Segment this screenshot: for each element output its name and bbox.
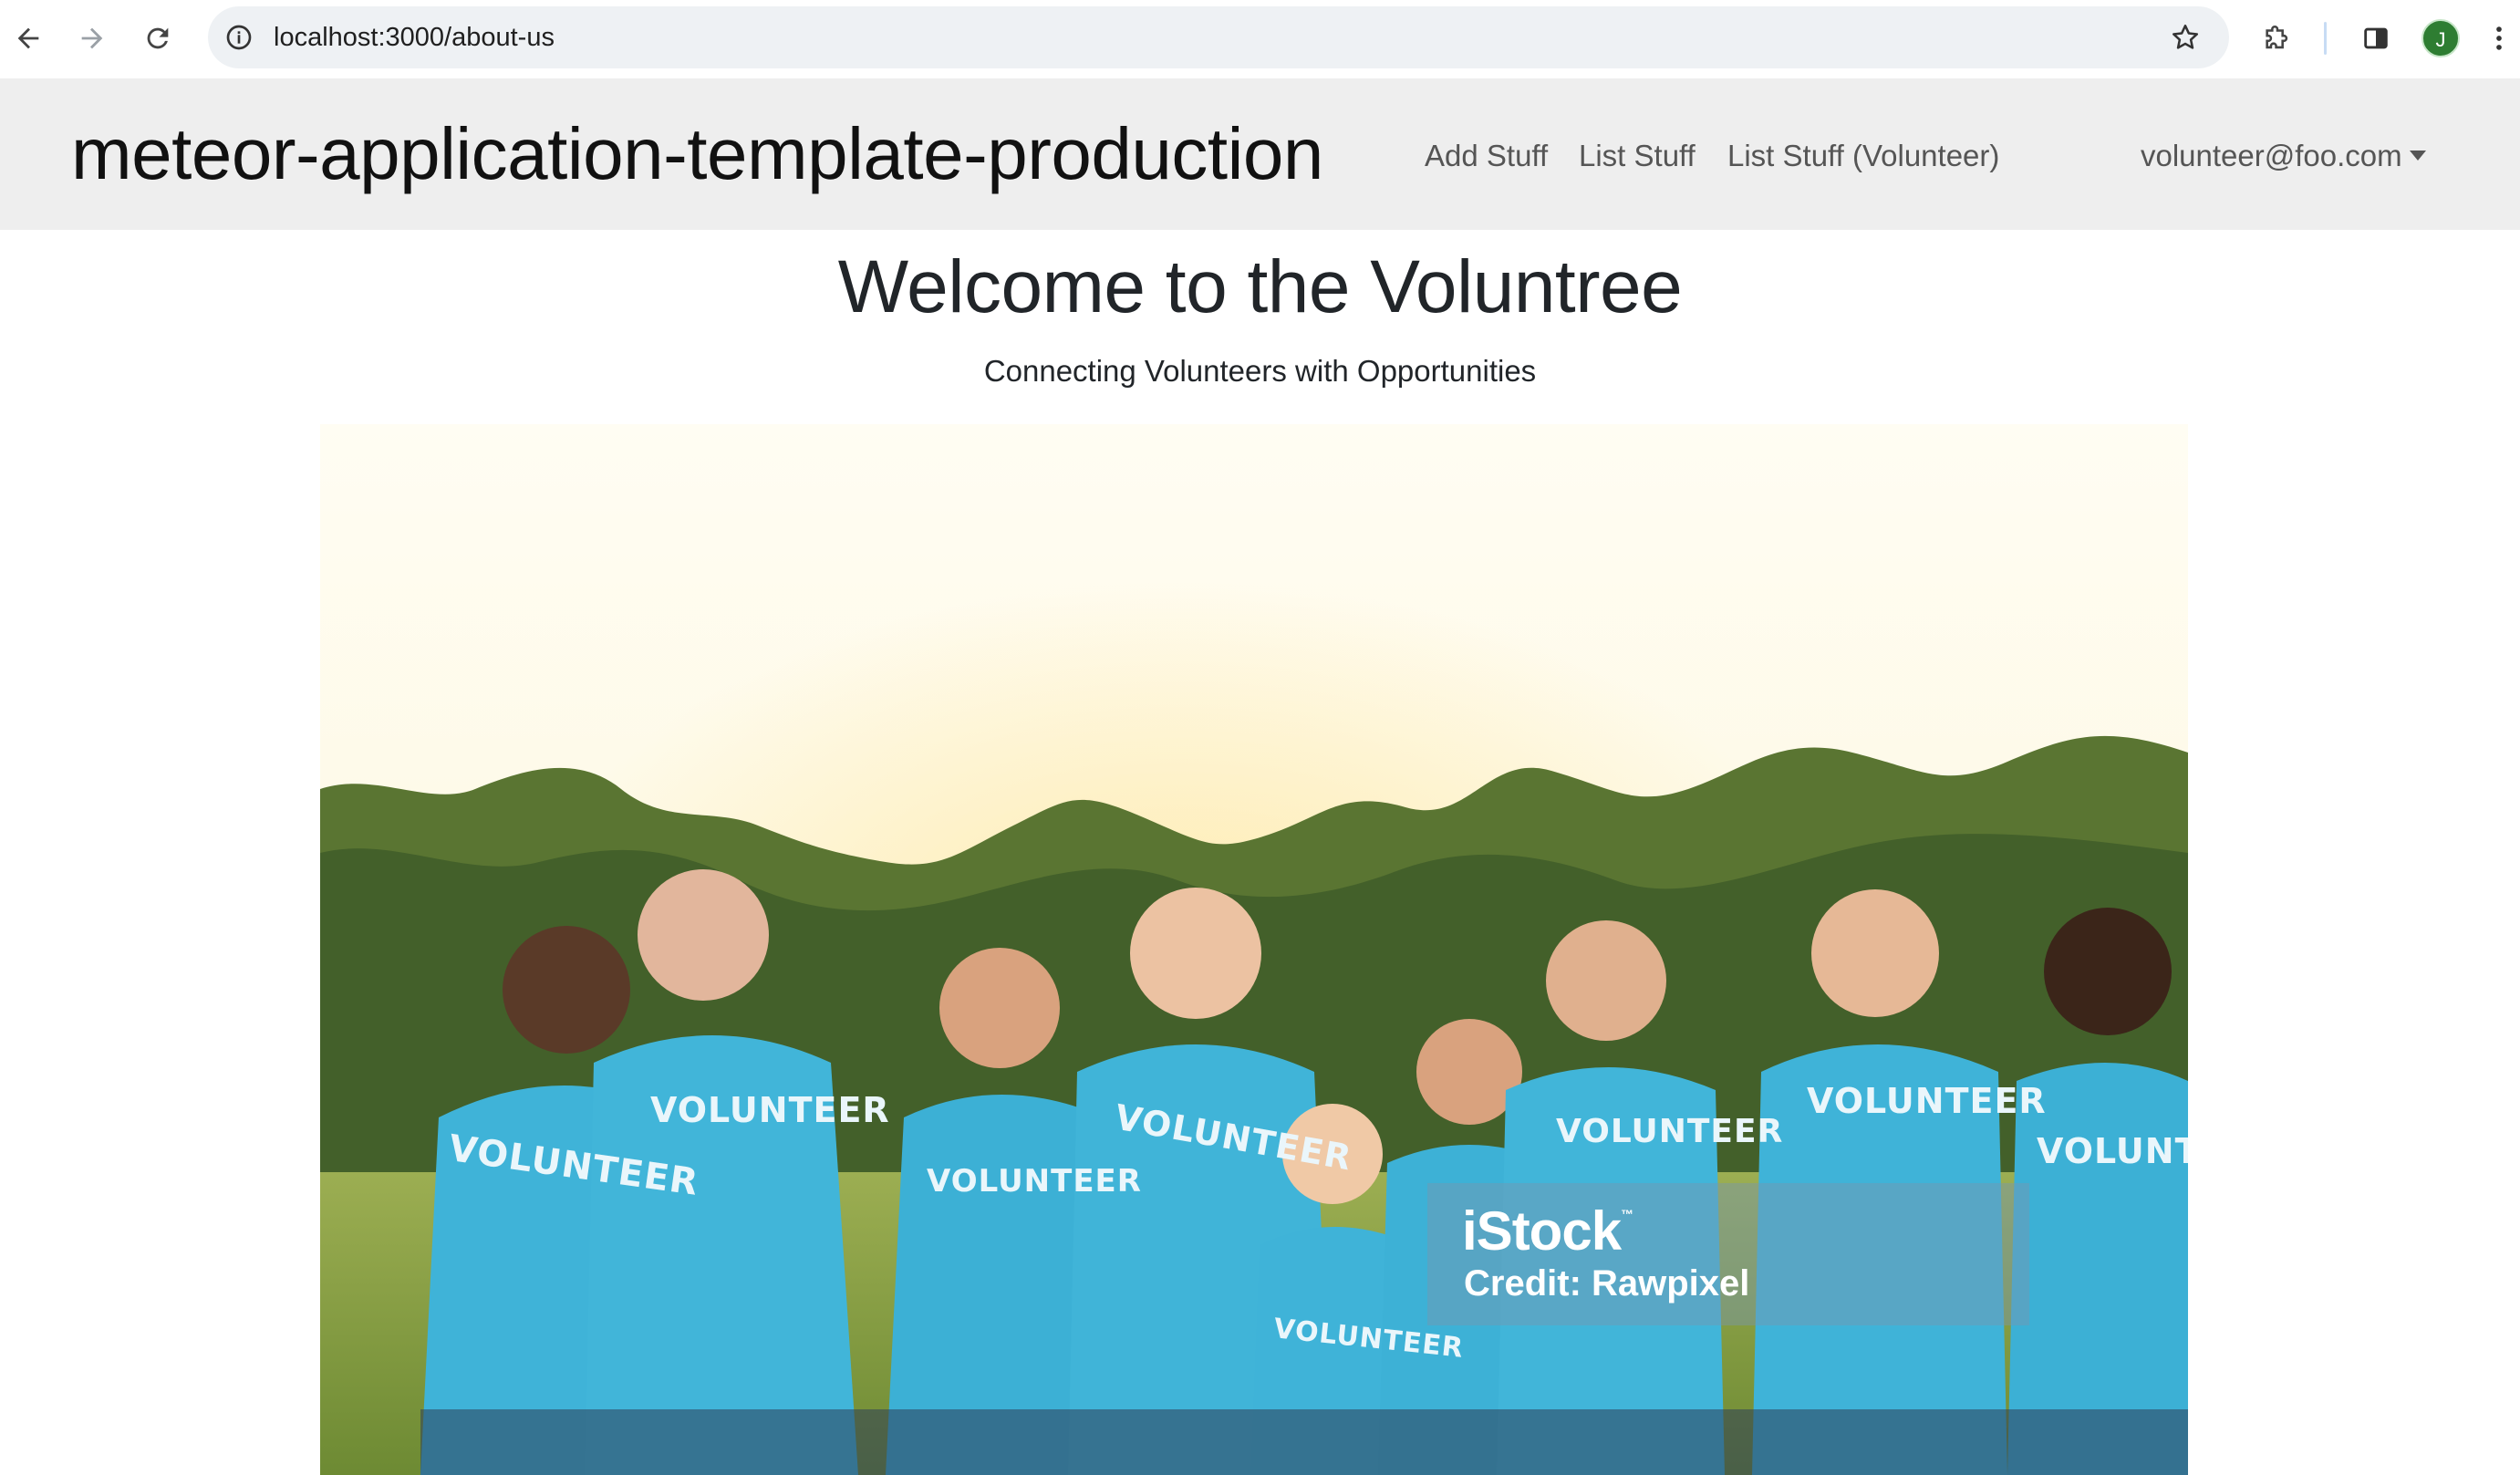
browser-toolbar: localhost:3000/about-us J bbox=[0, 0, 2520, 79]
url-text[interactable]: localhost:3000/about-us bbox=[274, 6, 555, 68]
address-bar[interactable]: localhost:3000/about-us bbox=[208, 6, 2229, 68]
chevron-down-icon bbox=[2409, 150, 2426, 161]
nav-list-stuff[interactable]: List Stuff bbox=[1579, 78, 1696, 234]
kebab-menu-icon[interactable] bbox=[2481, 14, 2517, 63]
back-icon[interactable] bbox=[4, 14, 53, 63]
site-info-icon[interactable] bbox=[221, 19, 257, 56]
page-title: Welcome to the Voluntree bbox=[837, 245, 1683, 328]
shirt-text: VOLUNTEER bbox=[927, 1163, 1142, 1200]
nav-add-stuff[interactable]: Add Stuff bbox=[1425, 78, 1548, 234]
toolbar-separator bbox=[2324, 22, 2327, 55]
watermark-brand: iStock™ bbox=[1462, 1200, 1633, 1262]
app-navbar: meteor-application-template-production A… bbox=[0, 78, 2520, 230]
watermark-credit: Credit: Rawpixel bbox=[1464, 1263, 1750, 1304]
page-subtitle: Connecting Volunteers with Opportunities bbox=[983, 354, 1537, 388]
user-email: volunteer@foo.com bbox=[2141, 139, 2402, 172]
shirt-text: VOLUNTEER bbox=[2037, 1131, 2188, 1171]
reload-icon[interactable] bbox=[133, 14, 182, 63]
nav-list-stuff-volunteer[interactable]: List Stuff (Volunteer) bbox=[1727, 78, 1999, 234]
image-watermark: iStock™ Credit: Rawpixel bbox=[1427, 1183, 2029, 1325]
forward-icon[interactable] bbox=[67, 14, 117, 63]
shirt-text: VOLUNTEER bbox=[1556, 1113, 1784, 1150]
side-panel-icon[interactable] bbox=[2351, 14, 2401, 63]
navbar-brand[interactable]: meteor-application-template-production bbox=[71, 78, 1323, 230]
shirt-text: VOLUNTEER bbox=[650, 1090, 890, 1130]
bookmark-star-icon[interactable] bbox=[2167, 19, 2204, 56]
extensions-icon[interactable] bbox=[2253, 14, 2302, 63]
profile-avatar[interactable]: J bbox=[2421, 19, 2460, 57]
user-dropdown[interactable]: volunteer@foo.com bbox=[2141, 78, 2426, 234]
shirt-text: VOLUNTEER bbox=[1807, 1081, 2047, 1121]
